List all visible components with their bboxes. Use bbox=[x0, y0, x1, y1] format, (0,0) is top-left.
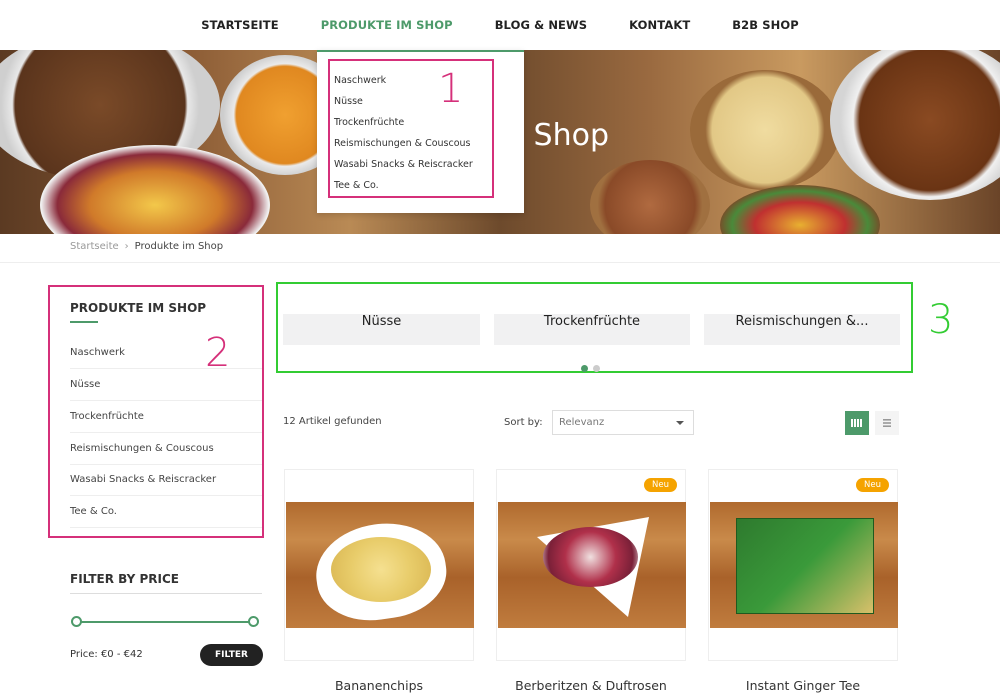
annotation-number-1: 1 bbox=[438, 66, 464, 112]
carousel-dot-active[interactable] bbox=[581, 365, 588, 372]
sidebar-item-tee[interactable]: Tee & Co. bbox=[70, 496, 262, 528]
breadcrumb-separator: › bbox=[124, 241, 129, 252]
sidebar-item-reismischungen[interactable]: Reismischungen & Couscous bbox=[70, 433, 262, 465]
category-card-trockenfruechte[interactable]: Trockenfrüchte bbox=[494, 314, 690, 345]
sort-select-value: Relevanz bbox=[559, 417, 605, 428]
top-navigation: STARTSEITE PRODUKTE IM SHOP BLOG & NEWS … bbox=[0, 0, 1000, 50]
sidebar-title: PRODUKTE IM SHOP bbox=[70, 301, 207, 315]
new-badge: Neu bbox=[856, 478, 889, 492]
list-view-icon[interactable] bbox=[875, 411, 899, 435]
peanut-spoon-image bbox=[590, 160, 710, 234]
product-card-bananenchips[interactable] bbox=[284, 469, 474, 661]
breadcrumb-divider bbox=[0, 262, 1000, 263]
category-card-nuesse[interactable]: Nüsse bbox=[283, 314, 480, 345]
mixed-fruit-image bbox=[720, 185, 880, 234]
product-name-instant-ginger-tee[interactable]: Instant Ginger Tee bbox=[708, 678, 898, 693]
filter-price-title: FILTER BY PRICE bbox=[70, 572, 179, 586]
breadcrumb-current: Produkte im Shop bbox=[134, 241, 224, 252]
price-slider-max-handle[interactable] bbox=[248, 616, 259, 627]
annotation-number-3: 3 bbox=[928, 297, 954, 343]
sidebar-item-wasabi-snacks[interactable]: Wasabi Snacks & Reiscracker bbox=[70, 464, 262, 496]
sidebar-item-trockenfruechte[interactable]: Trockenfrüchte bbox=[70, 401, 262, 433]
nav-produkte-im-shop[interactable]: PRODUKTE IM SHOP bbox=[321, 18, 453, 32]
category-card-reismischungen[interactable]: Reismischungen &... bbox=[704, 314, 900, 345]
filter-button[interactable]: FILTER bbox=[200, 644, 263, 666]
nav-b2b-shop[interactable]: B2B SHOP bbox=[732, 18, 798, 32]
product-card-berberitzen[interactable]: Neu bbox=[496, 469, 686, 661]
nav-blog-news[interactable]: BLOG & NEWS bbox=[495, 18, 587, 32]
almond-bowl-image bbox=[830, 50, 1000, 200]
category-card-label: Reismischungen &... bbox=[735, 314, 869, 329]
sidebar-title-underline bbox=[70, 321, 98, 323]
new-badge: Neu bbox=[644, 478, 677, 492]
sort-by-label: Sort by: bbox=[504, 417, 543, 428]
category-card-label: Trockenfrüchte bbox=[543, 314, 641, 329]
results-count: 12 Artikel gefunden bbox=[283, 416, 382, 427]
product-image-bananenchips bbox=[286, 502, 474, 628]
filter-divider bbox=[70, 593, 262, 594]
grid-view-icon[interactable] bbox=[845, 411, 869, 435]
price-slider-min-handle[interactable] bbox=[71, 616, 82, 627]
cashew-spoon-image bbox=[690, 70, 840, 190]
product-name-berberitzen[interactable]: Berberitzen & Duftrosen bbox=[496, 678, 686, 693]
breadcrumb-home-link[interactable]: Startseite bbox=[70, 241, 119, 252]
nav-startseite[interactable]: STARTSEITE bbox=[201, 18, 278, 32]
product-name-bananenchips[interactable]: Bananenchips bbox=[284, 678, 474, 693]
product-image-ginger-tee bbox=[710, 502, 898, 628]
sort-select[interactable]: Relevanz bbox=[552, 410, 694, 435]
chevron-down-icon bbox=[676, 421, 684, 425]
category-card-label: Nüsse bbox=[361, 314, 402, 329]
product-image-berberitzen bbox=[498, 502, 686, 628]
sidebar-item-nuesse[interactable]: Nüsse bbox=[70, 369, 262, 401]
breadcrumb: Startseite › Produkte im Shop bbox=[70, 241, 223, 252]
price-slider-track[interactable] bbox=[77, 621, 254, 623]
product-card-instant-ginger-tee[interactable]: Neu bbox=[708, 469, 898, 661]
annotation-box-1 bbox=[328, 59, 494, 198]
price-range-label: Price: €0 - €42 bbox=[70, 649, 143, 660]
sidebar-item-naschwerk[interactable]: Naschwerk bbox=[70, 337, 262, 369]
nav-kontakt[interactable]: KONTAKT bbox=[629, 18, 690, 32]
carousel-dot[interactable] bbox=[593, 365, 600, 372]
